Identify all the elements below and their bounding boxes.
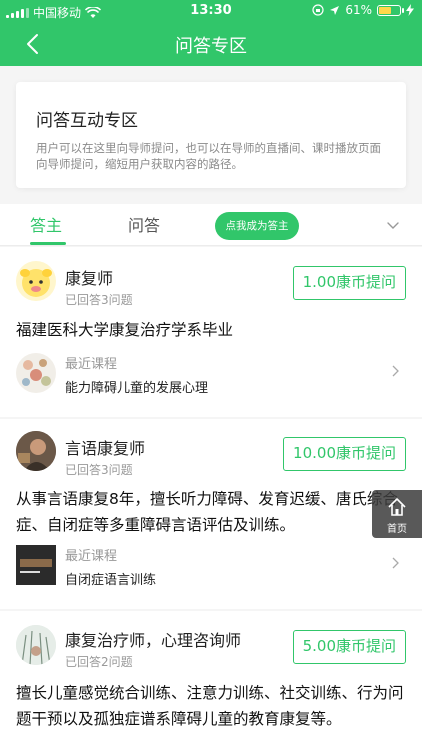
answerer-card[interactable]: 言语康复师 已回答3问题 10.00康币提问 从事言语康复8年，擅长听力障碍、发…: [0, 419, 422, 609]
chevron-down-icon[interactable]: [386, 218, 400, 232]
charging-icon: [406, 4, 414, 16]
orientation-lock-icon: [312, 4, 324, 16]
ask-price-button[interactable]: 5.00康币提问: [292, 630, 406, 664]
status-right: 61%: [312, 3, 414, 17]
intro-title: 问答互动专区: [36, 111, 138, 131]
course-image: [22, 359, 51, 386]
ask-price-button[interactable]: 1.00康币提问: [292, 266, 406, 300]
answerer-bio: 擅长儿童感觉统合训练、注意力训练、社交训练、行为问题干预以及孤独症谱系障碍儿童的…: [16, 684, 404, 728]
course-image: [16, 545, 56, 585]
recent-course-name[interactable]: 能力障碍儿童的发展心理: [65, 377, 208, 396]
battery-fill: [379, 6, 391, 14]
battery-icon: [377, 4, 404, 16]
intro-card: 问答互动专区 用户可以在这里向导师提问，也可以在导师的直播间、课时播放页面向导师…: [16, 82, 406, 188]
avatar: [16, 261, 56, 301]
answered-count: 已回答3问题: [65, 463, 133, 477]
answerer-name: 康复师: [65, 269, 114, 288]
answerer-bio: 从事言语康复8年，擅长听力障碍、发育迟缓、唐氏综合症、自闭症等多重障碍言语评估及…: [16, 490, 398, 534]
answerer-name: 康复治疗师，心理咨询师: [65, 631, 242, 650]
tab-qa[interactable]: 问答: [128, 212, 160, 236]
battery-percent: 61%: [345, 3, 372, 17]
avatar-image: [16, 431, 56, 471]
intro-section: 问答互动专区 用户可以在这里向导师提问，也可以在导师的直播间、课时播放页面向导师…: [0, 66, 422, 204]
tab-answerers[interactable]: 答主: [30, 212, 62, 236]
answered-count: 已回答3问题: [65, 293, 133, 307]
avatar-image: [16, 625, 56, 665]
answerer-name: 言语康复师: [65, 439, 146, 458]
avatar: [16, 625, 56, 665]
answerer-card[interactable]: 康复治疗师，心理咨询师 已回答2问题 5.00康币提问 擅长儿童感觉统合训练、注…: [0, 611, 422, 750]
avatar-image: [20, 269, 52, 297]
recent-course-name[interactable]: 自闭症语言训练: [65, 569, 156, 588]
answerer-bio: 福建医科大学康复治疗学系毕业: [16, 321, 234, 339]
tab-active-indicator: [30, 242, 66, 245]
course-thumbnail: [16, 353, 56, 393]
become-answerer-button[interactable]: 点我成为答主: [215, 212, 299, 240]
answerer-card[interactable]: 康复师 已回答3问题 1.00康币提问 福建医科大学康复治疗学系毕业 最近课程 …: [0, 247, 422, 417]
floating-home-label: 首页: [387, 524, 407, 535]
intro-description: 用户可以在这里向导师提问，也可以在导师的直播间、课时播放页面向导师提问，缩短用户…: [36, 141, 381, 171]
status-bar: 中国移动 13:30 61%: [0, 0, 422, 22]
tab-bar: 答主 问答 点我成为答主: [0, 204, 422, 246]
nav-bar: 问答专区: [0, 22, 422, 66]
course-thumbnail: [16, 545, 56, 585]
chevron-right-icon[interactable]: [390, 364, 400, 378]
answered-count: 已回答2问题: [65, 655, 133, 669]
chevron-right-icon[interactable]: [390, 556, 400, 570]
page-title: 问答专区: [175, 36, 247, 57]
recent-course-label: 最近课程: [65, 357, 118, 372]
top-bar: 中国移动 13:30 61% 问答专区: [0, 0, 422, 66]
avatar: [16, 431, 56, 471]
location-icon: [330, 5, 340, 15]
ask-price-button[interactable]: 10.00康币提问: [283, 437, 406, 471]
home-icon: [388, 498, 406, 516]
recent-course-label: 最近课程: [65, 549, 118, 564]
floating-home-button[interactable]: 首页: [372, 490, 422, 538]
